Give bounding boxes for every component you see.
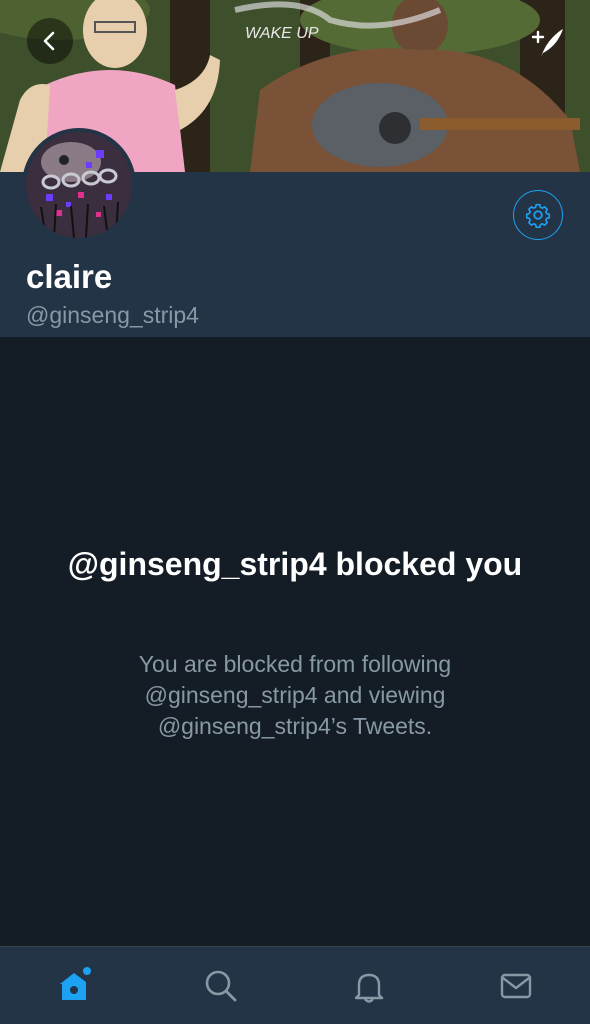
banner-text: WAKE UP [245,25,319,42]
profile-screen: WAKE UP claire @ginseng_strip4 @ginseng_… [0,0,590,1024]
search-icon [205,970,237,1001]
gear-icon [525,203,551,228]
compose-tweet-icon [531,29,563,57]
tab-messages[interactable] [476,947,556,1024]
profile-settings-button[interactable] [513,190,563,240]
avatar[interactable] [22,128,136,242]
user-handle: @ginseng_strip4 [26,302,199,328]
notifications-icon [354,973,383,1003]
compose-tweet-button[interactable] [524,20,570,66]
blocked-notice: @ginseng_strip4 blocked you You are bloc… [0,337,590,946]
tab-home[interactable] [34,947,114,1024]
back-button[interactable] [27,18,73,64]
display-name: claire [26,258,113,295]
tab-notifications[interactable] [329,947,409,1024]
blocked-title: @ginseng_strip4 blocked you [67,546,523,582]
chevron-left-icon [43,31,55,51]
bottom-tab-bar [0,946,590,1024]
tab-search[interactable] [181,947,261,1024]
home-icon [59,966,91,1000]
avatar-image [26,132,132,238]
messages-icon [501,973,532,998]
blocked-description: You are blocked from following @ginseng_… [138,651,452,739]
